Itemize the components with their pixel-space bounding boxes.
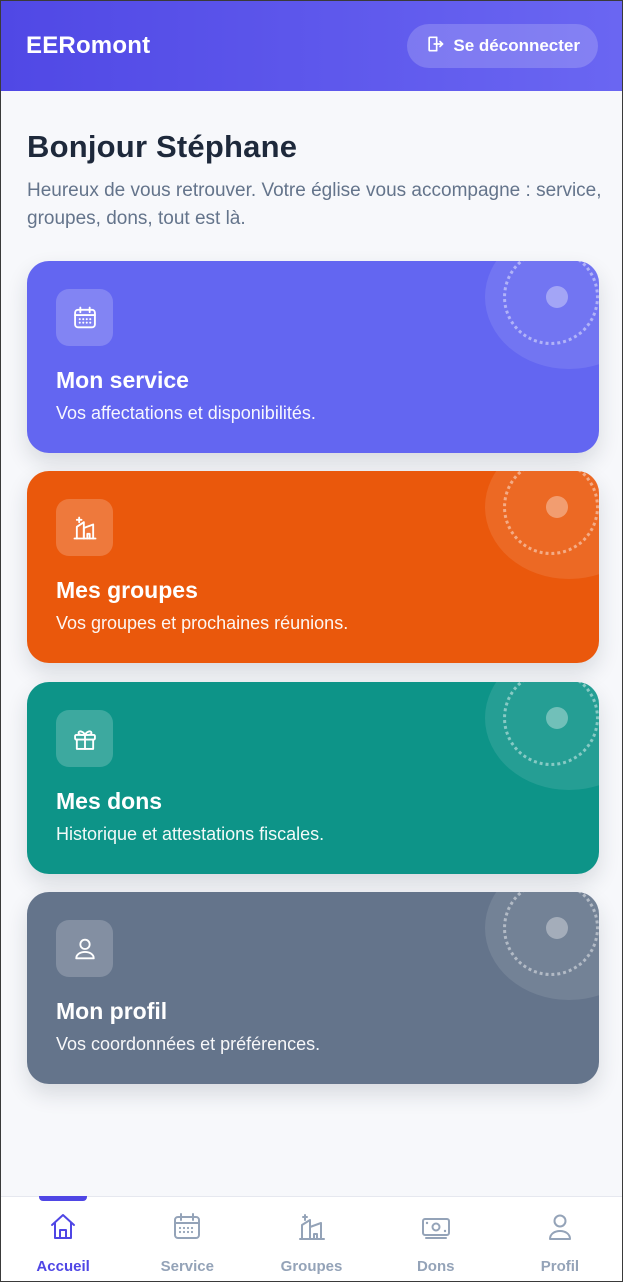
page-title: Bonjour Stéphane <box>27 129 298 164</box>
nav-item-profile[interactable]: Profil <box>498 1197 622 1281</box>
card-title: Mes groupes <box>56 577 198 603</box>
user-icon <box>544 1197 576 1248</box>
card-title: Mes dons <box>56 788 163 814</box>
nav-item-donations[interactable]: Dons <box>374 1197 498 1281</box>
user-icon <box>56 920 113 977</box>
gift-icon <box>56 710 113 767</box>
card-description: Historique et attestations fiscales. <box>56 824 325 844</box>
bottom-nav: Accueil Service Groupes Dons Profil <box>1 1196 622 1281</box>
card-profile[interactable]: Mon profil Vos coordonnées et préférence… <box>27 892 599 1084</box>
nav-label: Dons <box>416 1258 455 1275</box>
active-indicator <box>39 1196 88 1201</box>
card-description: Vos affectations et disponibilités. <box>56 403 316 423</box>
money-icon <box>420 1197 452 1248</box>
nav-label: Profil <box>540 1258 580 1275</box>
greeting-section: Bonjour Stéphane Heureux de vous retrouv… <box>27 129 602 233</box>
church-icon <box>296 1197 328 1248</box>
card-groups[interactable]: Mes groupes Vos groupes et prochaines ré… <box>27 471 599 663</box>
card-decoration-dot <box>546 286 568 308</box>
nav-item-home[interactable]: Accueil <box>1 1196 125 1281</box>
nav-label: Groupes <box>280 1258 343 1275</box>
app-header: EERomont Se déconnecter <box>1 1 622 91</box>
card-title: Mon profil <box>56 998 168 1024</box>
nav-item-service[interactable]: Service <box>125 1197 249 1281</box>
page-subtitle: Heureux de vous retrouver. Votre église … <box>27 180 602 229</box>
logout-button[interactable]: Se déconnecter <box>407 24 598 68</box>
card-decoration-dot <box>546 707 568 729</box>
church-icon <box>56 499 113 556</box>
nav-item-groups[interactable]: Groupes <box>249 1197 373 1281</box>
card-service[interactable]: Mon service Vos affectations et disponib… <box>27 261 599 453</box>
card-decoration-dot <box>546 496 568 518</box>
card-decoration-dot <box>546 917 568 939</box>
card-title: Mon service <box>56 367 189 393</box>
nav-label: Service <box>160 1258 214 1275</box>
calendar-icon <box>171 1197 203 1248</box>
nav-label: Accueil <box>36 1258 90 1275</box>
logout-icon <box>425 34 445 59</box>
card-description: Vos coordonnées et préférences. <box>56 1034 321 1054</box>
card-description: Vos groupes et prochaines réunions. <box>56 613 349 633</box>
logout-label: Se déconnecter <box>453 36 580 55</box>
calendar-icon <box>56 289 113 346</box>
app-title: EERomont <box>26 32 151 59</box>
home-icon <box>47 1197 79 1248</box>
card-donations[interactable]: Mes dons Historique et attestations fisc… <box>27 682 599 874</box>
